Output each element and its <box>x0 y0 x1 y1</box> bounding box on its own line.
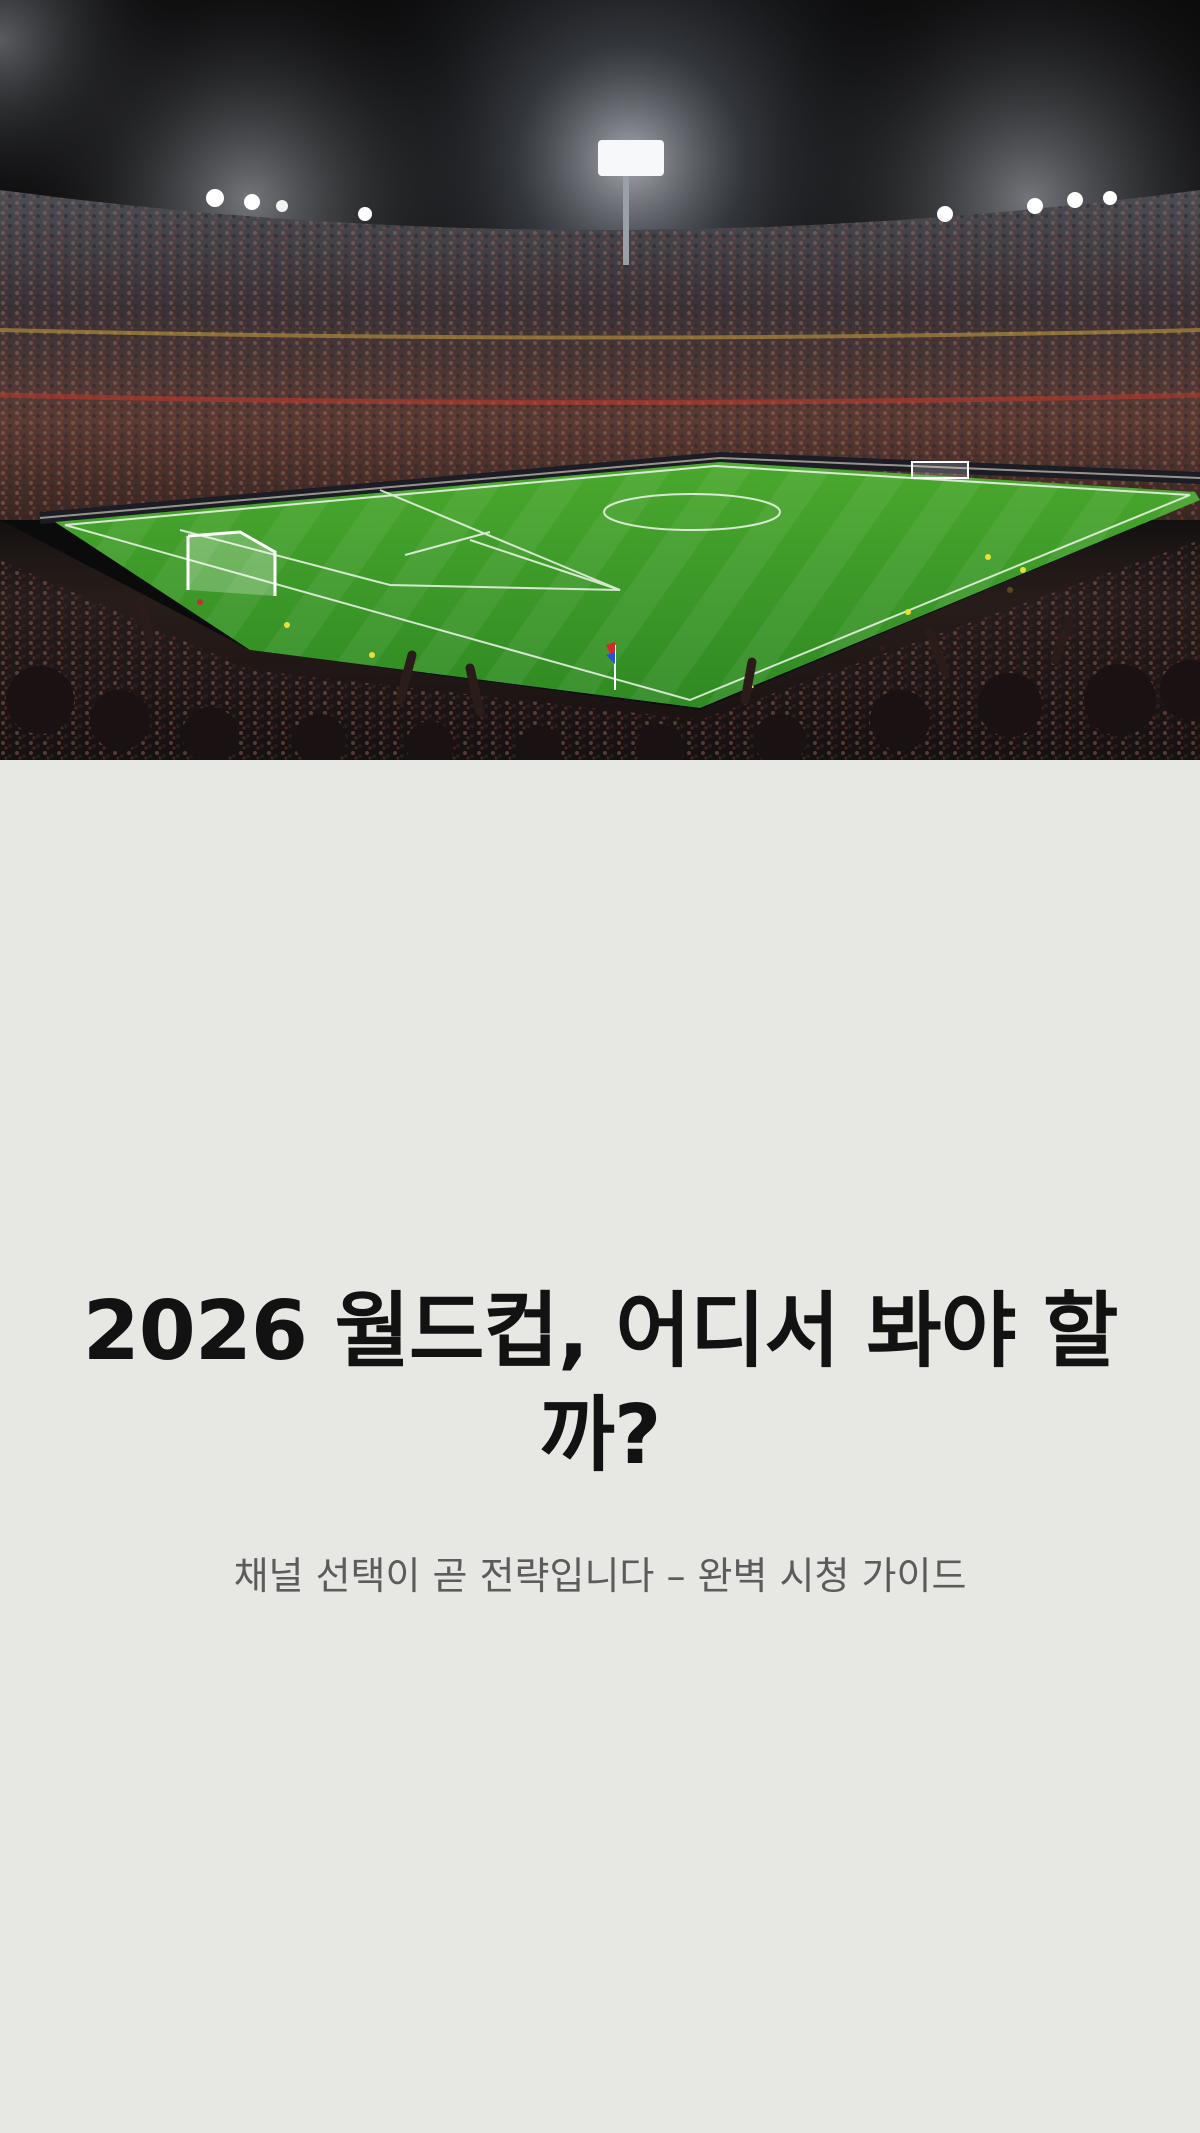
page-subtitle: 채널 선택이 곧 전략입니다 – 완벽 시청 가이드 <box>233 1554 967 1598</box>
stadium-photo-icon <box>0 0 1200 760</box>
page: 2026 월드컵, 어디서 봐야 할까? 채널 선택이 곧 전략입니다 – 완벽… <box>0 0 1200 2133</box>
hero-image <box>0 0 1200 760</box>
page-title: 2026 월드컵, 어디서 봐야 할까? <box>82 1284 1119 1483</box>
